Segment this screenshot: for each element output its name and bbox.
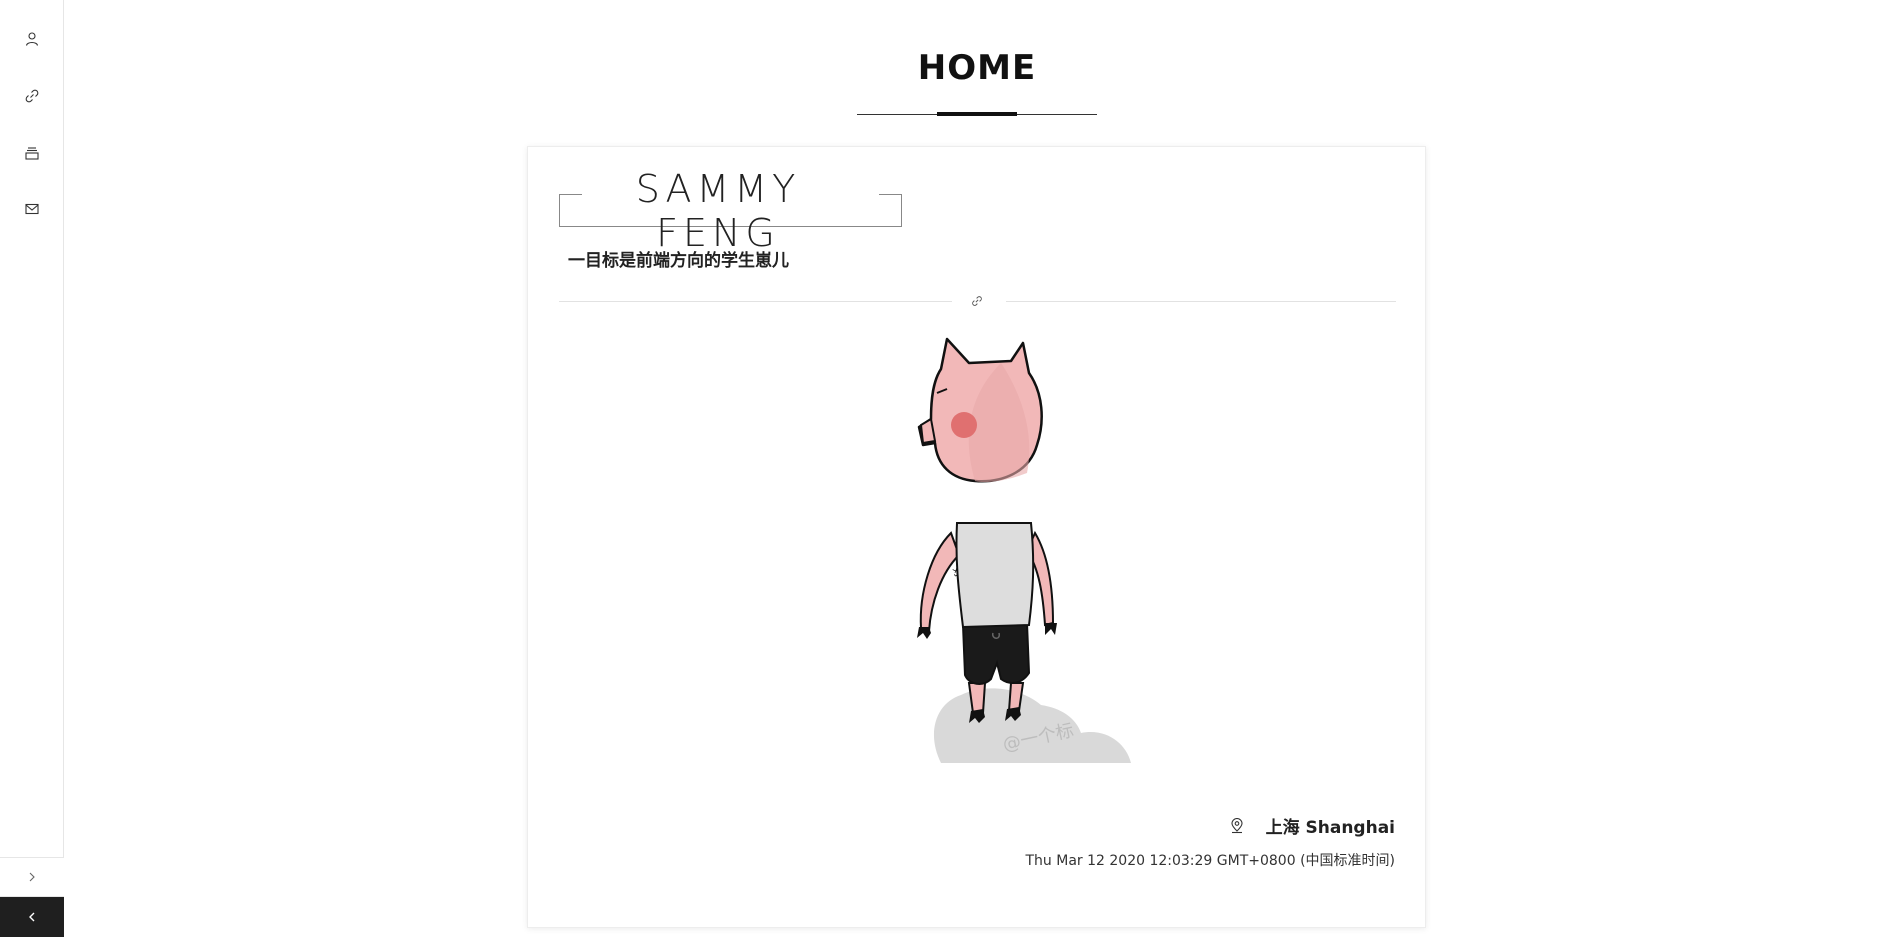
location-text: 上海 Shanghai (1265, 818, 1395, 838)
link-icon[interactable] (970, 294, 984, 308)
divider-line-right (1006, 301, 1396, 302)
expand-sidebar-button[interactable] (0, 857, 64, 897)
link-icon[interactable] (22, 86, 42, 106)
tagline: 一目标是前端方向的学生崽儿 (568, 251, 789, 271)
title-underline-accent (937, 112, 1017, 116)
page-title: HOME (917, 48, 1037, 88)
collapse-sidebar-button[interactable] (0, 897, 64, 937)
pig-character-illustration: @一个标 好老爸命 (917, 337, 1131, 763)
user-icon[interactable] (22, 29, 42, 49)
datetime-text: Thu Mar 12 2020 12:03:29 GMT+0800 (中国标准时… (1025, 853, 1396, 869)
chevron-right-icon (29, 872, 35, 882)
location-row: 上海 Shanghai (1230, 813, 1395, 838)
logo-text: SAMMY FENG (635, 167, 801, 255)
profile-card: SAMMY FENG 一目标是前端方向的学生崽儿 @一个标 好老爸命 (527, 146, 1426, 928)
chevron-left-icon (29, 912, 35, 922)
divider-line-left (559, 301, 952, 302)
archive-icon[interactable] (22, 143, 42, 163)
location-pin-icon (1231, 817, 1243, 833)
sidebar (0, 0, 64, 937)
mail-icon[interactable] (22, 199, 42, 219)
